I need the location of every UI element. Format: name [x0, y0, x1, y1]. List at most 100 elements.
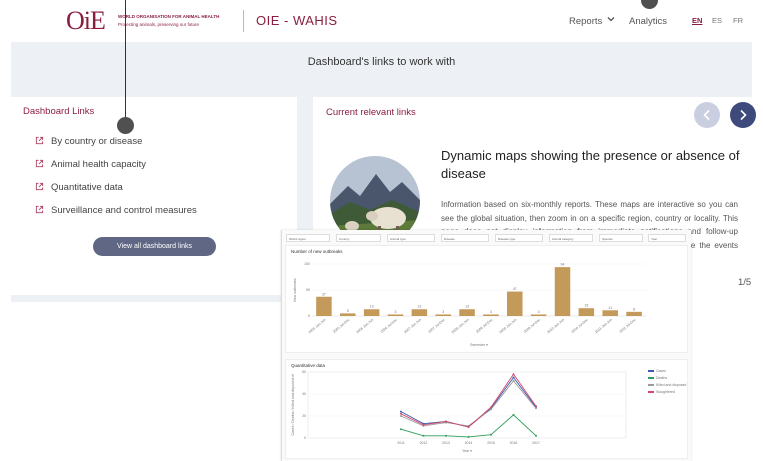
y-tick-label: 60	[302, 370, 306, 374]
chevron-right-icon	[740, 109, 747, 121]
bar	[340, 313, 356, 316]
link-quantitative-data[interactable]: Quantitative data	[35, 182, 123, 193]
legend-label: Cases	[656, 369, 666, 373]
filter-species[interactable]: Species	[599, 234, 643, 242]
y-axis-label: Cases / Deaths / Killed and disposed of	[291, 374, 295, 435]
legend-swatch	[648, 370, 654, 372]
y-tick-label: 50	[306, 288, 310, 292]
lang-fr[interactable]: FR	[733, 16, 743, 25]
carousel-prev-button[interactable]	[694, 102, 720, 128]
bar-value-label: 13	[465, 305, 469, 309]
data-point	[512, 376, 515, 379]
bar	[578, 308, 595, 316]
filter-world-region[interactable]: World region	[286, 234, 330, 242]
filter-disease-type[interactable]: Disease type	[495, 234, 543, 242]
legend-label: Slaughtered	[656, 390, 675, 394]
carousel-next-button[interactable]	[730, 102, 756, 128]
x-tick-label: 2009 Jan-Jun	[499, 318, 518, 335]
external-link-icon	[35, 159, 44, 168]
data-point	[490, 406, 492, 409]
link-label: Quantitative data	[51, 182, 123, 193]
bar	[554, 267, 571, 316]
link-label: By country or disease	[51, 136, 143, 147]
x-tick-label: 2006 Jan-Jun	[355, 318, 374, 335]
bar	[316, 296, 332, 316]
bar-chart: 0 50 100 New outbreaks 37 2005 Jan-Jun 5 2005 J…	[293, 262, 646, 347]
y-tick-label: 100	[304, 262, 310, 266]
banner: Dashboard's links to work with	[11, 42, 752, 92]
org-name: WORLD ORGANISATION FOR ANIMAL HEALTH	[118, 14, 220, 19]
data-point	[445, 420, 447, 423]
x-tick-label: 2012	[420, 441, 428, 445]
bar	[507, 291, 523, 316]
legend-label: Killed and disposed of	[656, 383, 687, 387]
bar	[459, 309, 475, 316]
data-point	[422, 423, 425, 426]
feature-title[interactable]: Dynamic maps showing the presence or abs…	[441, 147, 741, 183]
data-point	[400, 412, 402, 415]
bar	[363, 309, 380, 316]
data-point	[490, 433, 492, 436]
filter-animal-category[interactable]: Animal category	[549, 234, 593, 242]
link-label: Animal health capacity	[51, 159, 147, 170]
filter-country[interactable]: Country	[336, 234, 381, 242]
dashboard-links-card: Dashboard Links By country or disease An…	[11, 97, 297, 295]
filter-year[interactable]: Year	[648, 234, 686, 242]
filter-animal-type[interactable]: Animal type	[387, 234, 435, 242]
chevron-down-icon[interactable]	[606, 14, 616, 26]
lang-es[interactable]: ES	[712, 16, 722, 25]
bar-value-label: 11	[608, 306, 612, 310]
nav-reports[interactable]: Reports	[569, 16, 602, 27]
link-surveillance-and-control[interactable]: Surveillance and control measures	[35, 205, 197, 216]
bar-value-label: 15	[584, 304, 588, 308]
bar-value-label: 8	[633, 307, 635, 311]
data-point	[512, 373, 515, 376]
bar	[626, 311, 642, 316]
x-tick-label: 2005 Jul-Dec	[332, 318, 351, 334]
data-point	[512, 413, 515, 416]
bar-chart-panel: Number of new outbreaks 0 50 100 New outbre…	[285, 245, 688, 353]
lang-en[interactable]: EN	[692, 16, 702, 25]
x-axis-label: Year ▾	[462, 449, 472, 453]
bar-value-label: 3	[442, 310, 444, 314]
y-axis-label: New outbreaks	[293, 278, 297, 302]
series-line	[400, 380, 537, 427]
legend-swatch	[648, 377, 654, 379]
oie-logo[interactable]: OiE	[66, 6, 106, 36]
legend-swatch	[648, 391, 654, 393]
x-tick-label: 2011 Jul-Dec	[619, 318, 637, 334]
bar	[602, 310, 618, 316]
external-link-icon	[35, 182, 44, 191]
external-link-icon	[35, 205, 44, 214]
x-tick-label: 2008 Jan-Jun	[451, 318, 470, 335]
data-point	[535, 434, 537, 437]
link-animal-health-capacity[interactable]: Animal health capacity	[35, 159, 146, 170]
data-point	[467, 435, 470, 438]
external-link-icon	[35, 136, 44, 145]
x-tick-label: 2006 Jul-Dec	[380, 318, 399, 334]
filter-disease[interactable]: Disease	[441, 234, 489, 242]
data-point	[467, 426, 470, 428]
bar-value-label: 3	[538, 310, 540, 314]
link-label: Surveillance and control measures	[51, 205, 197, 216]
data-point	[400, 428, 402, 431]
bar	[387, 314, 404, 316]
nav-analytics[interactable]: Analytics	[629, 16, 667, 27]
link-by-country-or-disease[interactable]: By country or disease	[35, 136, 142, 147]
x-tick-label: 2005 Jan-Jun	[308, 318, 327, 335]
x-tick-label: 2007 Jan-Jun	[403, 318, 422, 335]
bar	[435, 314, 451, 316]
bar-value-label: 5	[347, 309, 349, 313]
data-point	[535, 405, 537, 408]
bar-value-label: 94	[561, 263, 565, 267]
dashboard-filters: World region Country Animal type Disease…	[286, 234, 686, 243]
data-point	[490, 408, 492, 411]
app-title[interactable]: OIE - WAHIS	[256, 13, 338, 28]
bar	[530, 314, 547, 316]
bar-value-label: 37	[322, 292, 326, 296]
org-tagline: Protecting animals, preserving our futur…	[118, 22, 200, 27]
banner-title: Dashboard's links to work with	[307, 56, 456, 68]
x-tick-label: 2011	[397, 441, 405, 445]
dashboard-screenshot: World region Country Animal type Disease…	[281, 230, 691, 461]
view-all-dashboard-links-button[interactable]: View all dashboard links	[93, 237, 216, 256]
